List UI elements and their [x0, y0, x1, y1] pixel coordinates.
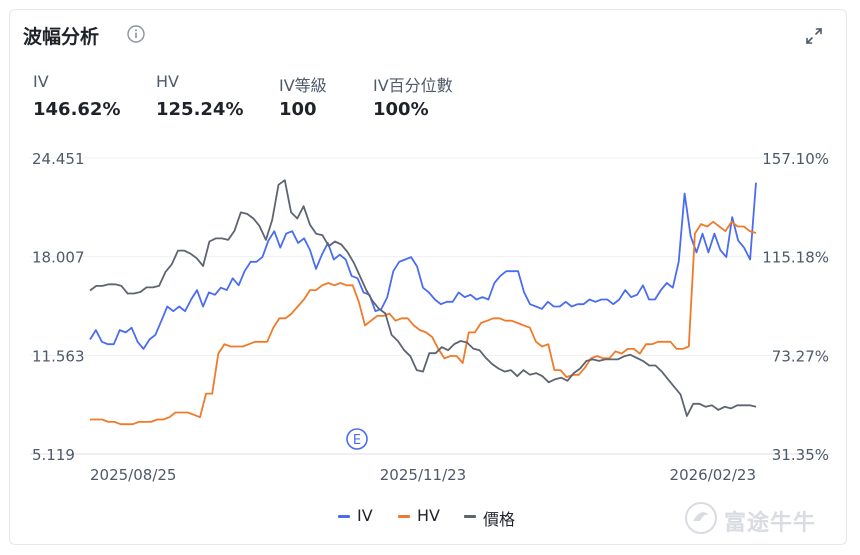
right-axis-tick-label: 157.10%	[762, 150, 829, 168]
chart-series	[89, 179, 757, 426]
series-line-hv	[90, 220, 757, 426]
series-line-iv	[89, 182, 757, 350]
chart-axes: 24.451 157.10% 18.007 115.18% 11.563 73.27% 5.…	[32, 150, 829, 484]
event-marker-label: E	[353, 433, 361, 448]
chart-gridlines	[30, 157, 830, 455]
left-axis-tick-label: 11.563	[32, 347, 85, 365]
volatility-chart[interactable]: 24.451 157.10% 18.007 115.18% 11.563 73.27% 5.…	[0, 0, 860, 555]
right-axis-tick-label: 31.35%	[772, 446, 829, 464]
x-axis-tick-label: 2025/08/25	[90, 466, 176, 484]
legend-iv-swatch	[338, 515, 350, 518]
watermark-text: 富途牛牛	[724, 511, 817, 536]
right-axis-tick-label: 115.18%	[762, 249, 829, 267]
legend-hv-swatch	[398, 515, 410, 518]
legend-hv-label[interactable]: HV	[417, 506, 440, 525]
futu-watermark: 富途牛牛	[684, 501, 854, 536]
earnings-event-marker[interactable]: E	[346, 428, 368, 450]
legend-price-swatch	[464, 515, 476, 518]
left-axis-tick-label: 5.119	[32, 446, 75, 464]
legend-price-label[interactable]: 價格	[483, 506, 515, 530]
x-axis-tick-label: 2025/11/23	[380, 466, 466, 484]
futu-logo-icon	[685, 502, 717, 534]
right-axis-tick-label: 73.27%	[772, 347, 829, 365]
left-axis-tick-label: 24.451	[32, 150, 85, 168]
legend-iv-label[interactable]: IV	[357, 506, 373, 525]
x-axis-tick-label: 2026/02/23	[670, 466, 756, 484]
left-axis-tick-label: 18.007	[32, 249, 85, 267]
